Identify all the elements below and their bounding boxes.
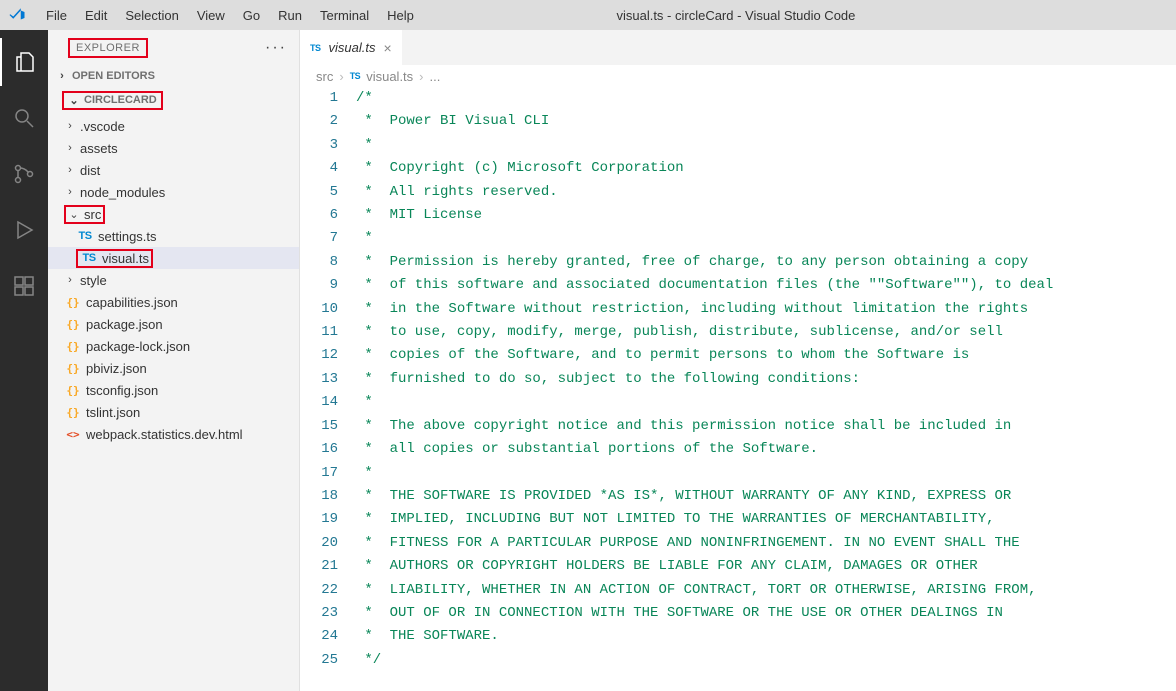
menu-go[interactable]: Go: [235, 4, 268, 27]
tree-item-label: capabilities.json: [86, 295, 178, 310]
breadcrumbs[interactable]: src › TS visual.ts › ...: [300, 65, 1176, 87]
file-capabilities-json[interactable]: {} capabilities.json: [48, 291, 299, 313]
project-section[interactable]: ⌄ CIRCLECARD: [54, 89, 293, 111]
json-file-icon: {}: [64, 340, 82, 353]
tree-item-label: package.json: [86, 317, 163, 332]
editor-area: TS visual.ts × src › TS visual.ts › ... …: [300, 30, 1176, 691]
file-visual-ts[interactable]: TS visual.ts: [48, 247, 299, 269]
tree-item-label: style: [80, 273, 107, 288]
file-pbiviz-json[interactable]: {} pbiviz.json: [48, 357, 299, 379]
tree-item-label: pbiviz.json: [86, 361, 147, 376]
ts-file-icon: TS: [350, 71, 361, 81]
window-title: visual.ts - circleCard - Visual Studio C…: [424, 8, 1168, 23]
activity-extensions-icon[interactable]: [0, 262, 48, 310]
line-numbers: 1 2 3 4 5 6 7 8 9 10 11 12 13 14 15 16 1…: [300, 87, 356, 691]
tree-item-label: dist: [80, 163, 100, 178]
tree-item-label: webpack.statistics.dev.html: [86, 427, 243, 442]
sidebar-title: EXPLORER: [68, 38, 148, 58]
menu-run[interactable]: Run: [270, 4, 310, 27]
chevron-right-icon: ›: [64, 164, 76, 176]
chevron-right-icon: ›: [419, 69, 423, 84]
ts-file-icon: TS: [76, 230, 94, 242]
tab-visual-ts[interactable]: TS visual.ts ×: [300, 30, 403, 65]
tree-item-label: src: [84, 207, 101, 222]
html-file-icon: <>: [64, 428, 82, 441]
menu-view[interactable]: View: [189, 4, 233, 27]
tree-item-label: package-lock.json: [86, 339, 190, 354]
chevron-right-icon: ›: [56, 70, 68, 82]
activity-run-debug-icon[interactable]: [0, 206, 48, 254]
chevron-down-icon: ⌄: [68, 208, 80, 221]
menu-edit[interactable]: Edit: [77, 4, 115, 27]
folder-node_modules[interactable]: › node_modules: [48, 181, 299, 203]
menu-terminal[interactable]: Terminal: [312, 4, 377, 27]
json-file-icon: {}: [64, 362, 82, 375]
tree-item-label: tslint.json: [86, 405, 140, 420]
json-file-icon: {}: [64, 406, 82, 419]
code-editor[interactable]: 1 2 3 4 5 6 7 8 9 10 11 12 13 14 15 16 1…: [300, 87, 1176, 691]
chevron-right-icon: ›: [64, 274, 76, 286]
tree-item-label: .vscode: [80, 119, 125, 134]
tab-bar: TS visual.ts ×: [300, 30, 1176, 65]
file-package-lock-json[interactable]: {} package-lock.json: [48, 335, 299, 357]
menu-help[interactable]: Help: [379, 4, 422, 27]
open-editors-label: OPEN EDITORS: [72, 70, 155, 82]
file-package-json[interactable]: {} package.json: [48, 313, 299, 335]
activity-explorer-icon[interactable]: [0, 38, 48, 86]
sidebar: EXPLORER ··· › OPEN EDITORS ⌄ CIRCLECARD…: [48, 30, 300, 691]
chevron-right-icon: ›: [64, 186, 76, 198]
chevron-right-icon: ›: [64, 142, 76, 154]
folder--vscode[interactable]: › .vscode: [48, 115, 299, 137]
open-editors-section[interactable]: › OPEN EDITORS: [48, 65, 299, 87]
tree-item-label: visual.ts: [102, 251, 149, 266]
folder-assets[interactable]: › assets: [48, 137, 299, 159]
ts-file-icon: TS: [310, 43, 321, 53]
tree-item-label: assets: [80, 141, 118, 156]
activity-search-icon[interactable]: [0, 94, 48, 142]
breadcrumb-more[interactable]: ...: [430, 69, 441, 84]
chevron-right-icon: ›: [64, 120, 76, 132]
file-tsconfig-json[interactable]: {} tsconfig.json: [48, 379, 299, 401]
folder-src[interactable]: ⌄ src: [48, 203, 299, 225]
json-file-icon: {}: [64, 296, 82, 309]
tab-label: visual.ts: [329, 40, 376, 55]
menu-selection[interactable]: Selection: [117, 4, 186, 27]
json-file-icon: {}: [64, 384, 82, 397]
activity-bar: [0, 30, 48, 691]
tree-item-label: settings.ts: [98, 229, 157, 244]
project-label: CIRCLECARD: [84, 94, 157, 106]
sidebar-header: EXPLORER ···: [48, 30, 299, 65]
file-tslint-json[interactable]: {} tslint.json: [48, 401, 299, 423]
vscode-logo-icon: [8, 6, 26, 24]
sidebar-more-icon[interactable]: ···: [265, 39, 287, 57]
chevron-down-icon: ⌄: [68, 94, 80, 107]
tree-item-label: node_modules: [80, 185, 165, 200]
code-content[interactable]: /* * Power BI Visual CLI * * Copyright (…: [356, 87, 1176, 691]
activity-source-control-icon[interactable]: [0, 150, 48, 198]
file-settings-ts[interactable]: TS settings.ts: [48, 225, 299, 247]
folder-dist[interactable]: › dist: [48, 159, 299, 181]
ts-file-icon: TS: [80, 252, 98, 264]
file-tree: ›.vscode›assets›dist›node_modules⌄srcTSs…: [48, 115, 299, 453]
file-webpack-statistics-dev-html[interactable]: <> webpack.statistics.dev.html: [48, 423, 299, 445]
tab-close-icon[interactable]: ×: [383, 40, 391, 56]
breadcrumb-file[interactable]: visual.ts: [366, 69, 413, 84]
menu-file[interactable]: File: [38, 4, 75, 27]
menubar: File Edit Selection View Go Run Terminal…: [0, 0, 1176, 30]
chevron-right-icon: ›: [339, 69, 343, 84]
json-file-icon: {}: [64, 318, 82, 331]
breadcrumb-src[interactable]: src: [316, 69, 333, 84]
folder-style[interactable]: › style: [48, 269, 299, 291]
tree-item-label: tsconfig.json: [86, 383, 158, 398]
